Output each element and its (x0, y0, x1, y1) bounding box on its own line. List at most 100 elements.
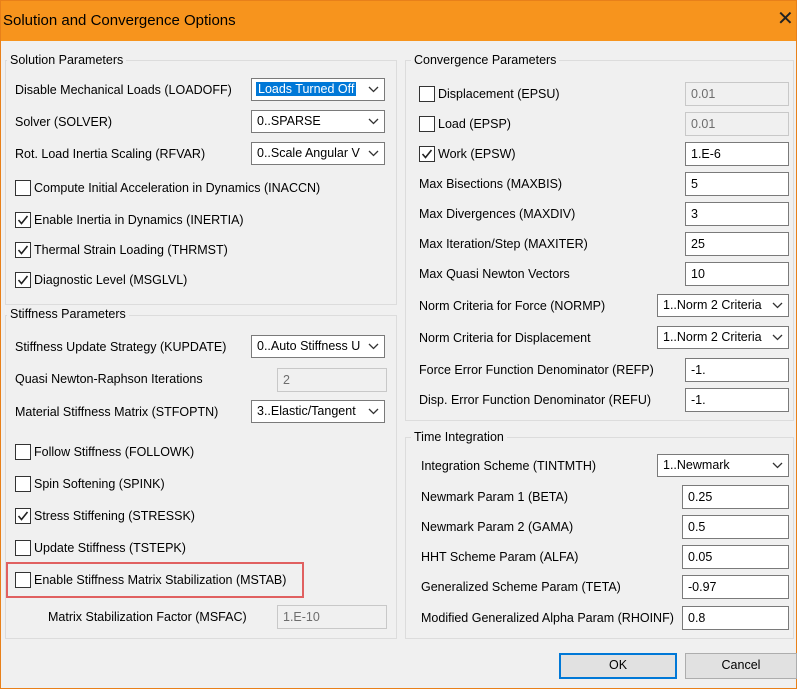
loadoff-select[interactable]: Loads Turned Off (251, 78, 385, 101)
mstab-label: Enable Stiffness Matrix Stabilization (M… (34, 573, 287, 587)
rhoinf-value: 0.8 (688, 611, 706, 625)
alfa-label: HHT Scheme Param (ALFA) (421, 550, 579, 564)
followk-label: Follow Stiffness (FOLLOWK) (34, 445, 195, 459)
refp-value: -1. (691, 363, 706, 377)
chevron-down-icon (771, 295, 785, 316)
maxqnv-field[interactable]: 10 (685, 262, 789, 286)
cancel-button[interactable]: Cancel (685, 653, 797, 679)
kupdate-value: 0..Auto Stiffness U (257, 339, 361, 353)
chevron-down-icon (771, 455, 785, 476)
rfvar-label: Rot. Load Inertia Scaling (RFVAR) (15, 147, 206, 161)
maxiter-field[interactable]: 25 (685, 232, 789, 256)
window-title: Solution and Convergence Options (3, 12, 236, 29)
maxiter-label: Max Iteration/Step (MAXITER) (419, 237, 588, 251)
maxiter-value: 25 (691, 237, 705, 251)
msfac-field[interactable]: 1.E-10 (277, 605, 387, 629)
check-icon (17, 511, 29, 521)
maxqnv-value: 10 (691, 267, 705, 281)
check-icon (17, 245, 29, 255)
rhoinf-field[interactable]: 0.8 (682, 606, 789, 630)
epsu-label: Displacement (EPSU) (438, 87, 560, 101)
gama-value: 0.5 (688, 520, 706, 534)
loadoff-label: Disable Mechanical Loads (LOADOFF) (15, 83, 232, 97)
title-bar[interactable]: Solution and Convergence Options ✕ (1, 1, 796, 41)
qnr-value: 2 (283, 373, 290, 387)
stfoptn-select[interactable]: 3..Elastic/Tangent (251, 400, 385, 423)
thrmst-checkbox[interactable] (15, 242, 31, 258)
check-icon (421, 149, 433, 159)
tstepk-label: Update Stiffness (TSTEPK) (34, 541, 186, 555)
stfoptn-value: 3..Elastic/Tangent (257, 404, 356, 418)
spink-checkbox[interactable] (15, 476, 31, 492)
qnr-field[interactable]: 2 (277, 368, 387, 392)
epsu-checkbox[interactable] (419, 86, 435, 102)
followk-checkbox[interactable] (15, 444, 31, 460)
beta-value: 0.25 (688, 490, 713, 504)
tstepk-checkbox[interactable] (15, 540, 31, 556)
tintmth-value: 1..Newmark (663, 458, 730, 472)
gama-field[interactable]: 0.5 (682, 515, 789, 539)
normp-label: Norm Criteria for Force (NORMP) (419, 299, 606, 313)
check-icon (17, 275, 29, 285)
ok-button[interactable]: OK (559, 653, 677, 679)
inaccn-label: Compute Initial Acceleration in Dynamics… (34, 181, 321, 195)
normp-select[interactable]: 1..Norm 2 Criteria (657, 294, 789, 317)
normd-select[interactable]: 1..Norm 2 Criteria (657, 326, 789, 349)
kupdate-select[interactable]: 0..Auto Stiffness U (251, 335, 385, 358)
tintmth-select[interactable]: 1..Newmark (657, 454, 789, 477)
maxbis-field[interactable]: 5 (685, 172, 789, 196)
chevron-down-icon (367, 336, 381, 357)
msglvl-checkbox[interactable] (15, 272, 31, 288)
alfa-field[interactable]: 0.05 (682, 545, 789, 569)
gama-label: Newmark Param 2 (GAMA) (421, 520, 574, 534)
qnr-label: Quasi Newton-Raphson Iterations (15, 372, 203, 386)
time-integration-title: Time Integration (411, 430, 507, 444)
epsp-label: Load (EPSP) (438, 117, 511, 131)
convergence-parameters-title: Convergence Parameters (411, 53, 560, 67)
chevron-down-icon (367, 79, 381, 100)
maxbis-value: 5 (691, 177, 698, 191)
normd-label: Norm Criteria for Displacement (419, 331, 591, 345)
stressk-checkbox[interactable] (15, 508, 31, 524)
alfa-value: 0.05 (688, 550, 713, 564)
chevron-down-icon (367, 401, 381, 422)
maxbis-label: Max Bisections (MAXBIS) (419, 177, 563, 191)
mstab-checkbox[interactable] (15, 572, 31, 588)
chevron-down-icon (367, 143, 381, 164)
normp-value: 1..Norm 2 Criteria (663, 298, 762, 312)
inaccn-checkbox[interactable] (15, 180, 31, 196)
epsu-value: 0.01 (691, 87, 716, 101)
inertia-checkbox[interactable] (15, 212, 31, 228)
inertia-label: Enable Inertia in Dynamics (INERTIA) (34, 213, 244, 227)
rhoinf-label: Modified Generalized Alpha Param (RHOINF… (421, 611, 674, 625)
close-icon[interactable]: ✕ (777, 9, 794, 29)
msfac-value: 1.E-10 (283, 610, 320, 624)
teta-field[interactable]: -0.97 (682, 575, 789, 599)
loadoff-value: Loads Turned Off (256, 82, 357, 96)
rfvar-value: 0..Scale Angular V (257, 146, 360, 160)
maxqnv-label: Max Quasi Newton Vectors (419, 267, 570, 281)
epsw-field[interactable]: 1.E-6 (685, 142, 789, 166)
msglvl-label: Diagnostic Level (MSGLVL) (34, 273, 188, 287)
epsw-checkbox[interactable] (419, 146, 435, 162)
check-icon (17, 215, 29, 225)
normd-value: 1..Norm 2 Criteria (663, 330, 762, 344)
teta-value: -0.97 (688, 580, 717, 594)
maxdiv-value: 3 (691, 207, 698, 221)
solver-value: 0..SPARSE (257, 114, 321, 128)
thrmst-label: Thermal Strain Loading (THRMST) (34, 243, 228, 257)
kupdate-label: Stiffness Update Strategy (KUPDATE) (15, 340, 227, 354)
refp-field[interactable]: -1. (685, 358, 789, 382)
epsp-checkbox[interactable] (419, 116, 435, 132)
beta-field[interactable]: 0.25 (682, 485, 789, 509)
maxdiv-field[interactable]: 3 (685, 202, 789, 226)
solver-select[interactable]: 0..SPARSE (251, 110, 385, 133)
spink-label: Spin Softening (SPINK) (34, 477, 165, 491)
epsp-field[interactable]: 0.01 (685, 112, 789, 136)
refu-field[interactable]: -1. (685, 388, 789, 412)
stiffness-parameters-title: Stiffness Parameters (7, 307, 129, 321)
epsu-field[interactable]: 0.01 (685, 82, 789, 106)
beta-label: Newmark Param 1 (BETA) (421, 490, 569, 504)
solution-parameters-title: Solution Parameters (7, 53, 127, 67)
rfvar-select[interactable]: 0..Scale Angular V (251, 142, 385, 165)
